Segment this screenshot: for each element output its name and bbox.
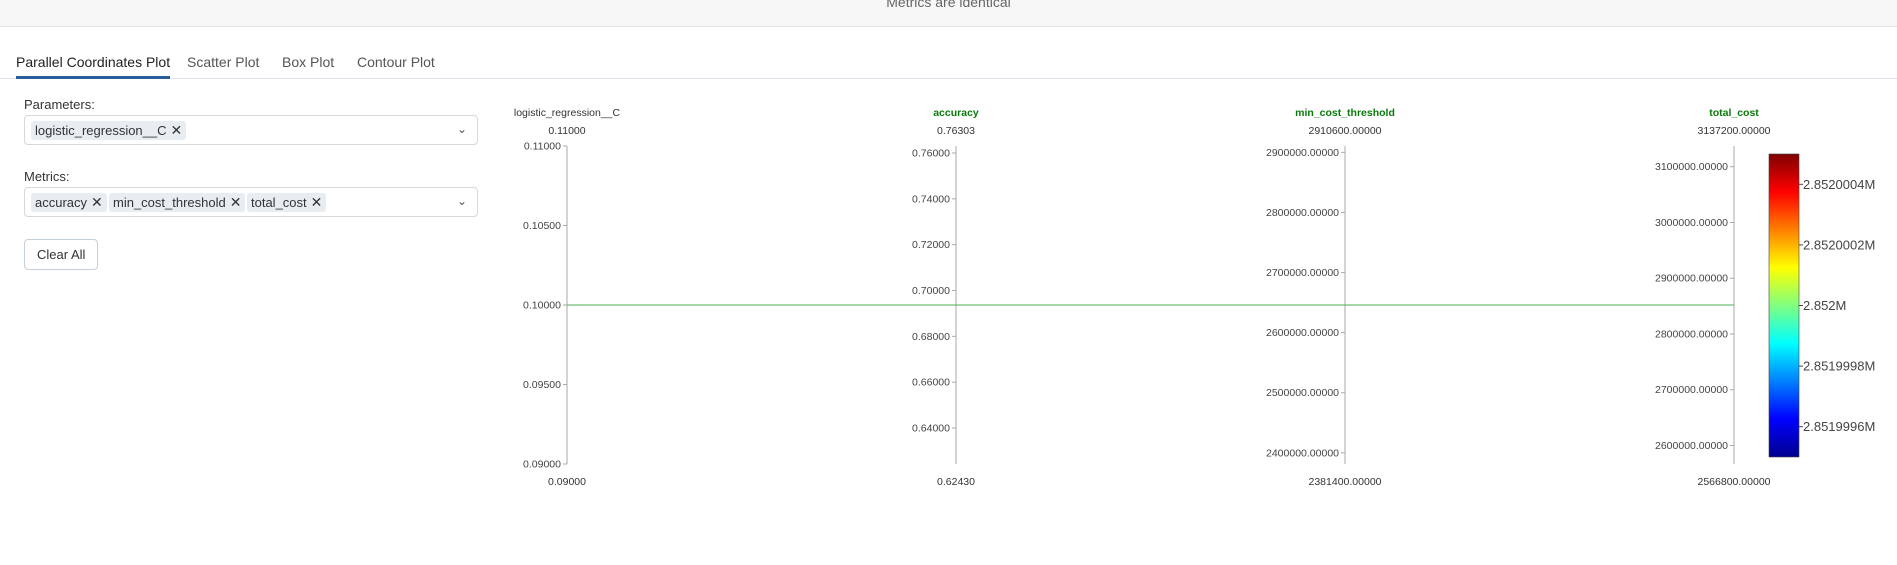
tick-label: 2900000.00000 [1266, 147, 1339, 159]
tab-bar: Parallel Coordinates Plot Scatter Plot B… [0, 50, 1897, 79]
chip-label: accuracy [35, 195, 88, 210]
chevron-down-icon[interactable]: ⌄ [457, 122, 467, 136]
tick-label: 2500000.00000 [1266, 387, 1339, 399]
metric-chip: min_cost_threshold ✕ [109, 193, 246, 212]
axis-max-label: 0.11000 [548, 125, 585, 137]
axis-title: logistic_regression__C [514, 107, 621, 119]
colorbar-tick-label: 2.8519996M [1803, 419, 1875, 434]
tab-scatter-plot[interactable]: Scatter Plot [187, 54, 259, 76]
tick-label: 0.72000 [912, 239, 950, 251]
tick-label: 3000000.00000 [1655, 217, 1728, 229]
metrics-label: Metrics: [24, 169, 70, 184]
axis-max-label: 2910600.00000 [1309, 125, 1382, 137]
axis-min-label: 0.09000 [548, 476, 586, 488]
tick-label: 2800000.00000 [1266, 207, 1339, 219]
tick-label: 0.10500 [523, 220, 561, 232]
tab-contour-plot[interactable]: Contour Plot [357, 54, 435, 76]
tick-label: 0.64000 [912, 423, 950, 435]
chevron-down-icon[interactable]: ⌄ [457, 194, 467, 208]
axis-max-label: 3137200.00000 [1698, 125, 1771, 137]
axis-max-label: 0.76303 [937, 125, 975, 137]
tick-label: 2600000.00000 [1266, 327, 1339, 339]
colorbar [1768, 153, 1800, 458]
axis-title: accuracy [933, 107, 979, 119]
tick-label: 0.74000 [912, 193, 950, 205]
tick-label: 2400000.00000 [1266, 447, 1339, 459]
metric-chip: accuracy ✕ [31, 193, 107, 212]
axis-title: total_cost [1709, 107, 1759, 119]
banner-text: Metrics are identical [886, 0, 1011, 10]
tick-label: 0.76000 [912, 147, 950, 159]
remove-chip-icon[interactable]: ✕ [171, 121, 183, 140]
tick-label: 2700000.00000 [1266, 267, 1339, 279]
remove-chip-icon[interactable]: ✕ [91, 193, 103, 212]
tab-parallel-coordinates[interactable]: Parallel Coordinates Plot [16, 54, 171, 79]
axis-title: min_cost_threshold [1295, 107, 1395, 119]
colorbar-tick-label: 2.8519998M [1803, 359, 1875, 374]
colorbar-tick-label: 2.8520004M [1803, 177, 1875, 192]
parameters-label: Parameters: [24, 97, 95, 112]
tick-label: 0.09500 [523, 379, 561, 391]
metrics-select[interactable]: accuracy ✕ min_cost_threshold ✕ total_cost… [24, 187, 478, 217]
tick-label: 0.68000 [912, 331, 950, 343]
tick-label: 0.70000 [912, 285, 950, 297]
tick-label: 0.11000 [524, 141, 561, 153]
tick-label: 0.66000 [912, 377, 950, 389]
remove-chip-icon[interactable]: ✕ [311, 193, 323, 212]
parallel-coordinates-chart: logistic_regression__C 0.11000 0.09000 0.09… [514, 107, 1875, 488]
tick-label: 2900000.00000 [1655, 273, 1728, 285]
parameters-select[interactable]: logistic_regression__C ✕ ⌄ [24, 115, 478, 145]
axis-min-label: 0.62430 [937, 476, 975, 488]
axis-min-label: 2381400.00000 [1309, 476, 1382, 488]
status-banner: Metrics are identical [0, 0, 1897, 27]
clear-all-button[interactable]: Clear All [24, 239, 99, 270]
tick-label: 2700000.00000 [1655, 384, 1728, 396]
remove-chip-icon[interactable]: ✕ [230, 193, 242, 212]
tick-label: 0.10000 [523, 300, 561, 312]
tick-label: 0.09000 [523, 459, 561, 471]
chip-label: min_cost_threshold [113, 195, 226, 210]
tick-label: 3100000.00000 [1655, 161, 1728, 173]
tab-box-plot[interactable]: Box Plot [282, 54, 334, 76]
tick-label: 2800000.00000 [1655, 328, 1728, 340]
axis-min-label: 2566800.00000 [1698, 476, 1771, 488]
metric-chip: total_cost ✕ [247, 193, 327, 212]
chip-label: total_cost [251, 195, 307, 210]
tick-label: 2600000.00000 [1655, 440, 1728, 452]
parameter-chip: logistic_regression__C ✕ [31, 121, 187, 140]
chip-label: logistic_regression__C [35, 123, 167, 138]
colorbar-tick-label: 2.852M [1803, 298, 1846, 313]
colorbar-tick-label: 2.8520002M [1803, 237, 1875, 252]
